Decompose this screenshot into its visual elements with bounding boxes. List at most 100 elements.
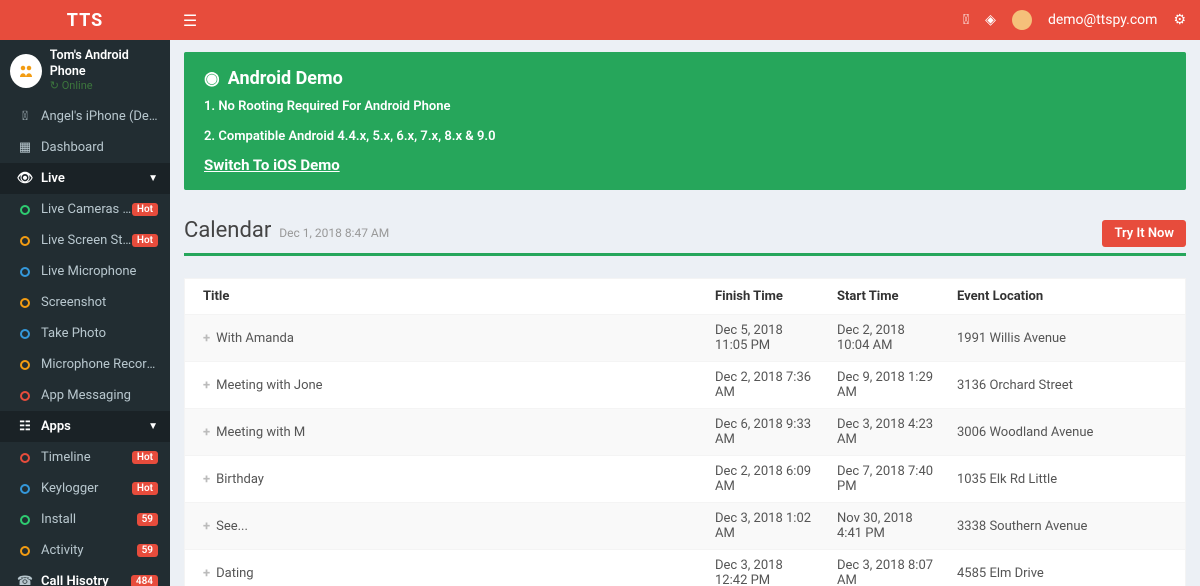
menu-toggle-icon[interactable]: ☰: [170, 11, 210, 30]
cell-finish: Dec 5, 2018 11:05 PM: [705, 315, 827, 362]
dot-icon: [15, 484, 35, 494]
table-row[interactable]: +With AmandaDec 5, 2018 11:05 PMDec 2, 2…: [185, 315, 1185, 362]
banner-line1: 1. No Rooting Required For Android Phone: [204, 97, 1166, 117]
cell-location: 1035 Elk Rd Little: [947, 456, 1185, 503]
sidebar-item-dashboard[interactable]: ▦ Dashboard: [0, 132, 170, 163]
chevron-down-icon: ▼: [148, 173, 158, 184]
sidebar-item-angel-s-iphone-demo-[interactable]:  Angel's iPhone (Demo): [0, 101, 170, 132]
table-row[interactable]: +DatingDec 3, 2018 12:42 PMDec 3, 2018 8…: [185, 550, 1185, 586]
sidebar-item-live-screen-stream[interactable]: Live Screen StreamHot: [0, 225, 170, 256]
table-row[interactable]: +BirthdayDec 2, 2018 6:09 AMDec 7, 2018 …: [185, 456, 1185, 503]
device-status: Online: [50, 79, 160, 93]
nav-label: Screenshot: [41, 295, 158, 310]
calendar-table: Title Finish Time Start Time Event Locat…: [184, 278, 1186, 586]
nav-label: Activity: [41, 543, 137, 558]
sidebar-nav: Angel's iPhone (Demo)▦Dashboard👁Live▼Li…: [0, 101, 170, 586]
nav-label: Install: [41, 512, 137, 527]
sidebar-item-live[interactable]: 👁Live▼: [0, 163, 170, 194]
badge: Hot: [132, 203, 158, 216]
badge: 59: [137, 544, 158, 557]
nav-label: Take Photo: [41, 326, 158, 341]
cell-location: 4585 Elm Drive: [947, 550, 1185, 586]
cell-title: +Meeting with Jone: [185, 362, 705, 409]
sidebar-item-take-photo[interactable]: Take Photo: [0, 318, 170, 349]
apple-icon: : [15, 109, 35, 124]
brand-logo[interactable]: TTS: [0, 10, 170, 31]
page-title: Calendar: [184, 218, 271, 243]
main-content: ◉ Android Demo 1. No Rooting Required Fo…: [170, 40, 1200, 586]
table-row[interactable]: +Meeting with MDec 6, 2018 9:33 AMDec 3,…: [185, 409, 1185, 456]
nav-label: Call Hisotry: [41, 574, 131, 586]
expand-icon[interactable]: +: [203, 378, 210, 393]
cell-finish: Dec 3, 2018 12:42 PM: [705, 550, 827, 586]
table-row[interactable]: +Meeting with JoneDec 2, 2018 7:36 AMDec…: [185, 362, 1185, 409]
sidebar-item-apps[interactable]: ☷Apps▼: [0, 411, 170, 442]
try-it-button[interactable]: Try It Now: [1102, 220, 1186, 247]
dot-icon: [15, 267, 35, 277]
sidebar-item-live-microphone[interactable]: Live Microphone: [0, 256, 170, 287]
cell-location: 3338 Southern Avenue: [947, 503, 1185, 550]
col-location[interactable]: Event Location: [947, 279, 1185, 315]
badge: 484: [131, 575, 158, 586]
cell-location: 3006 Woodland Avenue: [947, 409, 1185, 456]
dot-icon: [15, 546, 35, 556]
dot-icon: [15, 329, 35, 339]
avatar[interactable]: [1012, 10, 1032, 30]
android-icon[interactable]: ◈: [985, 12, 996, 28]
cell-location: 1991 Willis Avenue: [947, 315, 1185, 362]
nav-label: Dashboard: [41, 140, 158, 155]
topbar-actions:  ◈ demo@ttspy.com ⚙: [963, 10, 1200, 30]
sidebar-item-install[interactable]: Install59: [0, 504, 170, 535]
device-name: Tom's Android Phone: [50, 48, 160, 79]
sidebar-item-timeline[interactable]: TimelineHot: [0, 442, 170, 473]
phone-icon: ☎: [15, 574, 35, 586]
nav-label: Keylogger: [41, 481, 132, 496]
switch-demo-link[interactable]: Switch To iOS Demo: [204, 156, 340, 174]
cell-finish: Dec 6, 2018 9:33 AM: [705, 409, 827, 456]
col-title[interactable]: Title: [185, 279, 705, 315]
dot-icon: [15, 391, 35, 401]
banner-line2: 2. Compatible Android 4.4.x, 5.x, 6.x, 7…: [204, 127, 1166, 147]
col-start[interactable]: Start Time: [827, 279, 947, 315]
sidebar-item-activity[interactable]: Activity59: [0, 535, 170, 566]
col-finish[interactable]: Finish Time: [705, 279, 827, 315]
table-row[interactable]: +See...Dec 3, 2018 1:02 AMNov 30, 2018 4…: [185, 503, 1185, 550]
sidebar-item-keylogger[interactable]: KeyloggerHot: [0, 473, 170, 504]
grid-icon: ▦: [15, 140, 35, 155]
dot-icon: [15, 298, 35, 308]
badge: Hot: [132, 482, 158, 495]
dot-icon: [15, 515, 35, 525]
expand-icon[interactable]: +: [203, 472, 210, 487]
cell-start: Dec 2, 2018 10:04 AM: [827, 315, 947, 362]
cell-title: +See...: [185, 503, 705, 550]
user-email[interactable]: demo@ttspy.com: [1048, 12, 1158, 28]
sidebar-item-screenshot[interactable]: Screenshot: [0, 287, 170, 318]
nav-label: Angel's iPhone (Demo): [41, 109, 158, 124]
cell-title: +Dating: [185, 550, 705, 586]
cell-start: Dec 3, 2018 4:23 AM: [827, 409, 947, 456]
sidebar-item-app-messaging[interactable]: App Messaging: [0, 380, 170, 411]
cell-start: Dec 3, 2018 8:07 AM: [827, 550, 947, 586]
cell-finish: Dec 2, 2018 6:09 AM: [705, 456, 827, 503]
android-icon: ◉: [204, 68, 220, 89]
apple-icon[interactable]: : [963, 12, 969, 28]
expand-icon[interactable]: +: [203, 331, 210, 346]
header-divider: [184, 253, 1186, 256]
device-avatar: [10, 54, 42, 88]
badge: 59: [137, 513, 158, 526]
nav-label: Live Microphone: [41, 264, 158, 279]
nav-label: Microphone Recorder: [41, 357, 158, 372]
cell-location: 3136 Orchard Street: [947, 362, 1185, 409]
expand-icon[interactable]: +: [203, 519, 210, 534]
settings-icon[interactable]: ⚙: [1173, 12, 1186, 28]
sidebar-item-call-hisotry[interactable]: ☎ Call Hisotry484: [0, 566, 170, 586]
sidebar-item-microphone-recorder[interactable]: Microphone Recorder: [0, 349, 170, 380]
device-panel[interactable]: Tom's Android Phone Online: [0, 40, 170, 101]
sidebar-item-live-cameras-stream[interactable]: Live Cameras StreamHot: [0, 194, 170, 225]
expand-icon[interactable]: +: [203, 566, 210, 581]
chevron-down-icon: ▼: [148, 421, 158, 432]
dot-icon: [15, 205, 35, 215]
dot-icon: [15, 236, 35, 246]
expand-icon[interactable]: +: [203, 425, 210, 440]
nav-label: App Messaging: [41, 388, 158, 403]
